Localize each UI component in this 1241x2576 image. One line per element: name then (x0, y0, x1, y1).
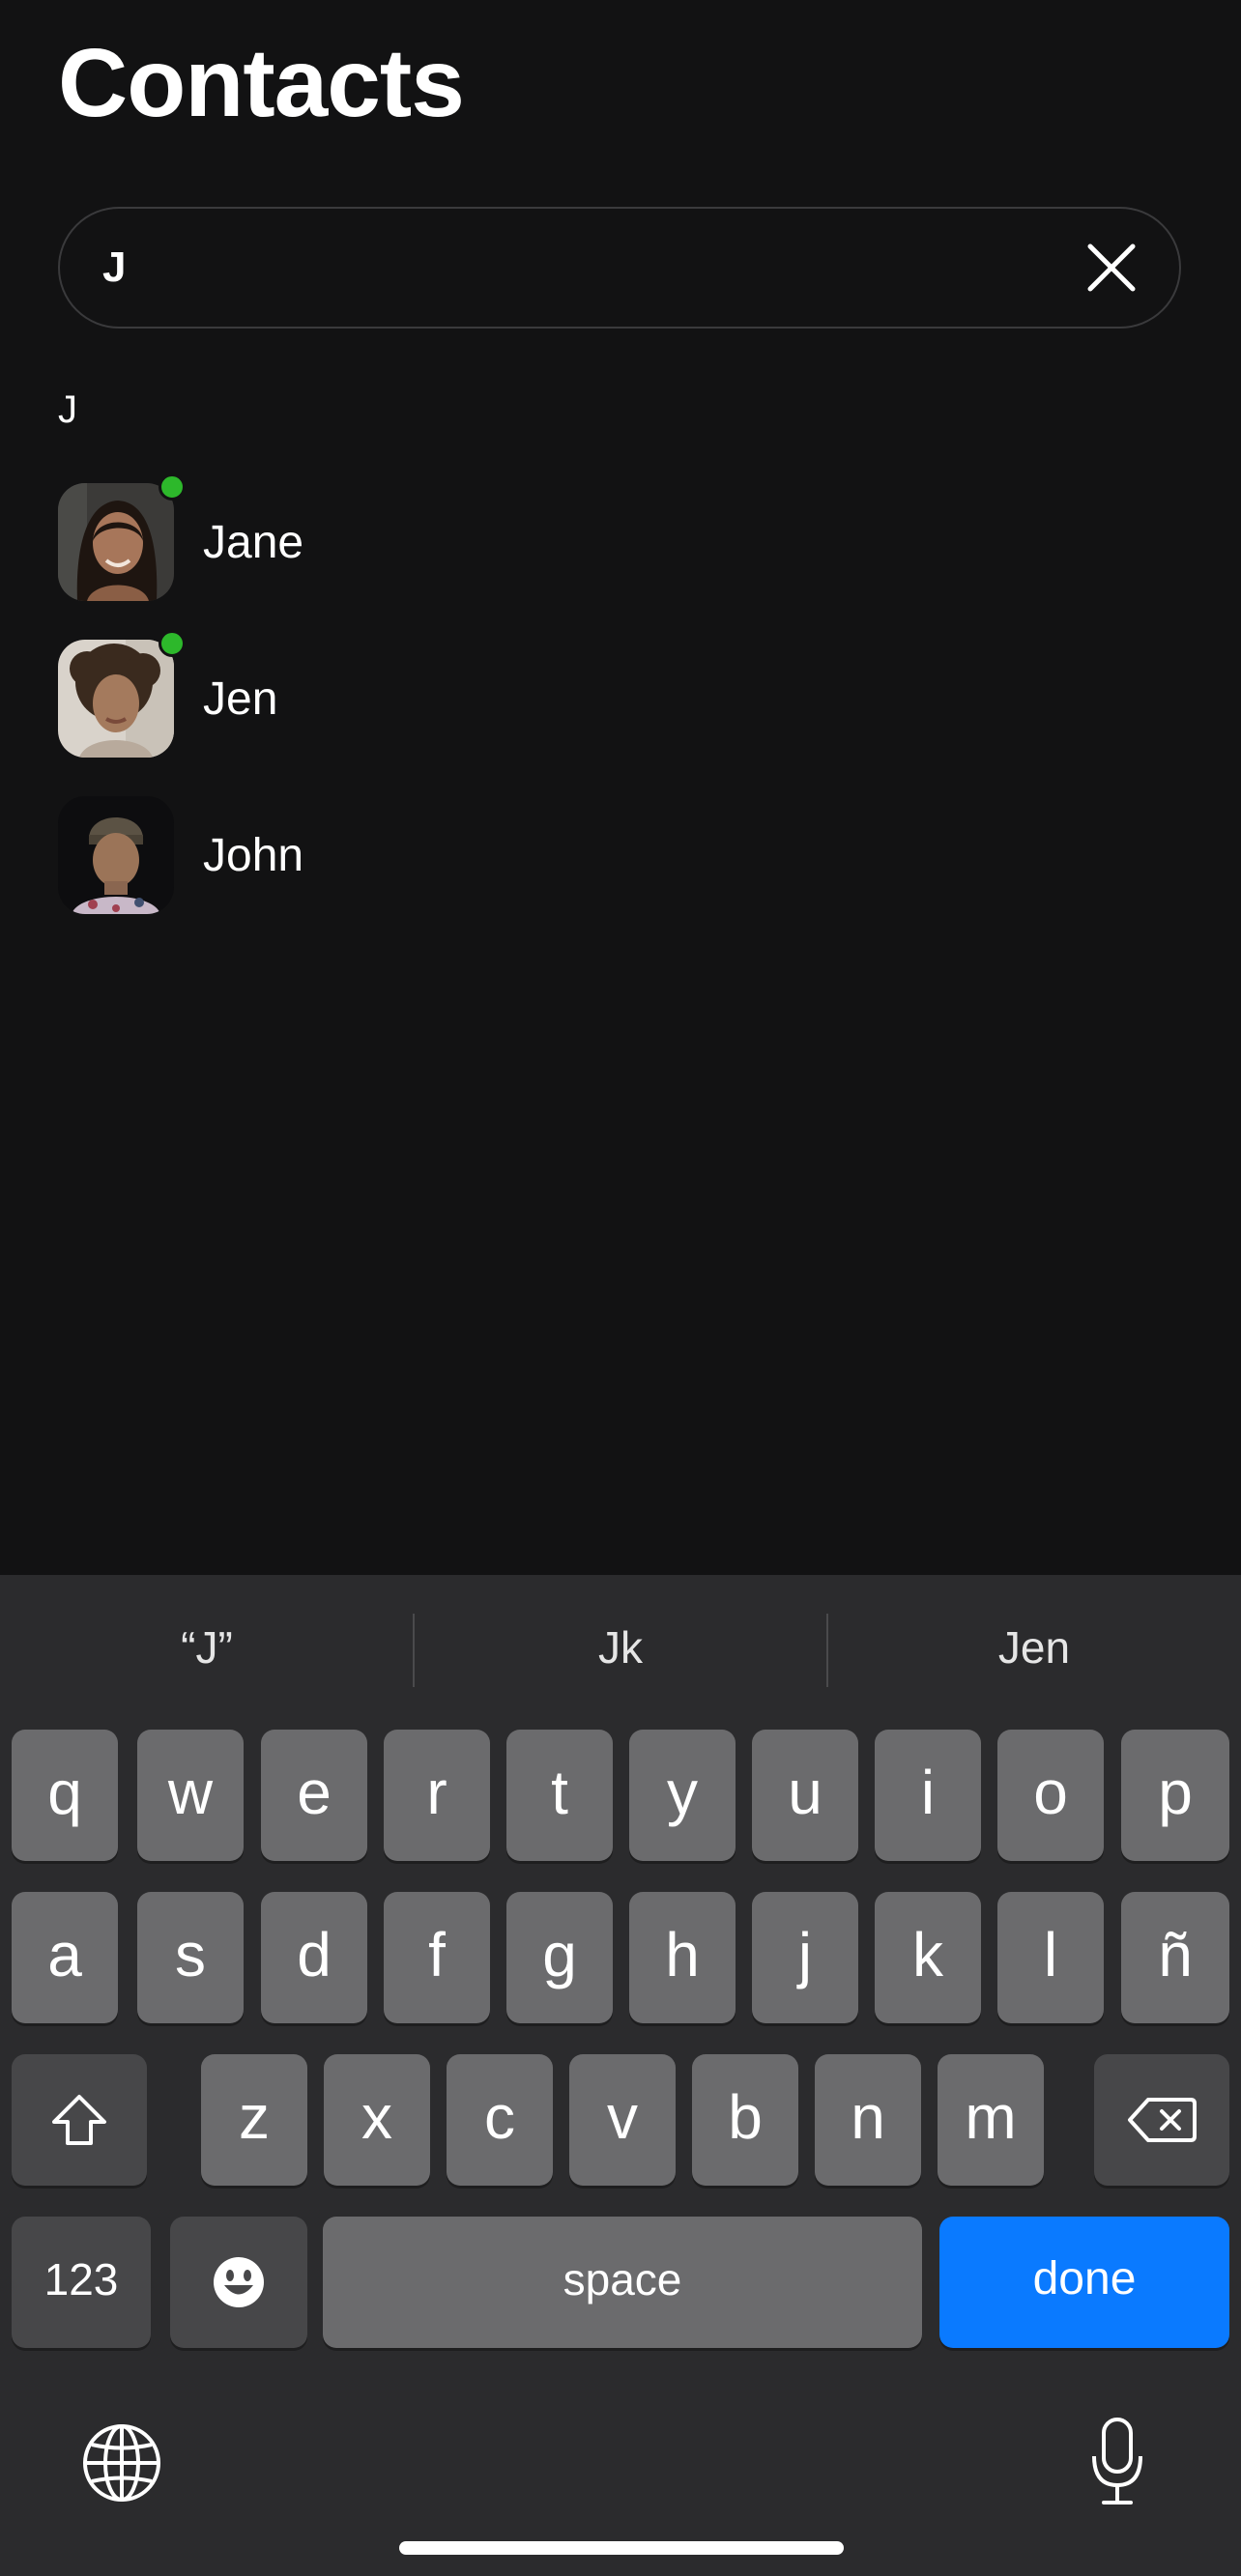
key-m[interactable]: m (938, 2054, 1044, 2186)
suggestion-item[interactable]: “J” (0, 1575, 414, 1720)
suggestion-bar: “J” Jk Jen (0, 1575, 1241, 1720)
key-e[interactable]: e (261, 1730, 367, 1861)
avatar (58, 483, 174, 601)
key-f[interactable]: f (384, 1892, 490, 2023)
emoji-icon (214, 2257, 264, 2307)
section-header: J (58, 388, 77, 431)
contact-row-jane[interactable]: Jane (58, 473, 1179, 605)
contact-name: John (203, 830, 304, 881)
contact-row-jen[interactable]: Jen (58, 630, 1179, 761)
key-y[interactable]: y (629, 1730, 736, 1861)
key-g[interactable]: g (506, 1892, 613, 2023)
microphone-icon (1092, 2418, 1142, 2504)
numbers-key[interactable]: 123 (12, 2217, 151, 2348)
microphone-button[interactable] (1088, 2416, 1146, 2513)
avatar (58, 796, 174, 914)
backspace-icon (1128, 2098, 1197, 2142)
search-bar[interactable] (58, 207, 1181, 329)
contact-name: Jane (203, 517, 304, 568)
key-x[interactable]: x (324, 2054, 430, 2186)
key-u[interactable]: u (752, 1730, 858, 1861)
online-status-indicator (159, 473, 186, 501)
globe-icon (83, 2424, 160, 2502)
key-n-tilde[interactable]: ñ (1121, 1892, 1229, 2023)
key-w[interactable]: w (137, 1730, 244, 1861)
key-p[interactable]: p (1121, 1730, 1229, 1861)
key-i[interactable]: i (875, 1730, 981, 1861)
key-d[interactable]: d (261, 1892, 367, 2023)
shift-icon (52, 2095, 106, 2145)
avatar (58, 640, 174, 758)
home-indicator[interactable] (399, 2541, 844, 2555)
globe-button[interactable] (81, 2422, 162, 2508)
suggestion-item[interactable]: Jen (827, 1575, 1241, 1720)
key-n[interactable]: n (815, 2054, 921, 2186)
key-h[interactable]: h (629, 1892, 736, 2023)
done-key[interactable]: done (939, 2217, 1229, 2348)
key-z[interactable]: z (201, 2054, 307, 2186)
key-o[interactable]: o (997, 1730, 1104, 1861)
contact-row-john[interactable]: John (58, 796, 1179, 918)
emoji-key[interactable] (170, 2217, 307, 2348)
key-j[interactable]: j (752, 1892, 858, 2023)
key-t[interactable]: t (506, 1730, 613, 1861)
page-title: Contacts (58, 29, 465, 137)
key-c[interactable]: c (447, 2054, 553, 2186)
key-v[interactable]: v (569, 2054, 676, 2186)
key-q[interactable]: q (12, 1730, 118, 1861)
key-s[interactable]: s (137, 1892, 244, 2023)
space-key[interactable]: space (323, 2217, 922, 2348)
close-icon (1087, 243, 1136, 292)
contact-name: Jen (203, 673, 278, 725)
search-input[interactable] (102, 209, 1069, 327)
key-l[interactable]: l (997, 1892, 1104, 2023)
suggestion-item[interactable]: Jk (414, 1575, 827, 1720)
shift-key[interactable] (12, 2054, 147, 2186)
key-a[interactable]: a (12, 1892, 118, 2023)
key-r[interactable]: r (384, 1730, 490, 1861)
clear-search-button[interactable] (1084, 241, 1139, 295)
delete-key[interactable] (1094, 2054, 1229, 2186)
key-b[interactable]: b (692, 2054, 798, 2186)
key-k[interactable]: k (875, 1892, 981, 2023)
keyboard: “J” Jk Jen q w e r t y u i o p a s d f g… (0, 1575, 1241, 2576)
online-status-indicator (159, 630, 186, 657)
